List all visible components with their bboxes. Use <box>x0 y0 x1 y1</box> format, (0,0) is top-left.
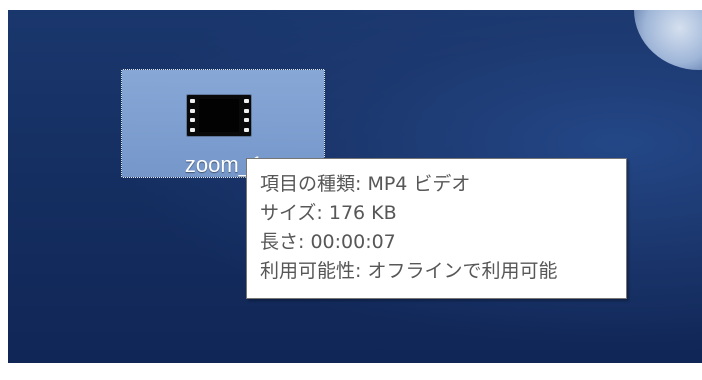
tooltip-length: 長さ: 00:00:07 <box>260 231 396 253</box>
tooltip-size: サイズ: 176 KB <box>260 202 397 224</box>
film-hole <box>189 108 195 113</box>
film-frame <box>199 99 239 132</box>
tooltip-availability: 利用可能性: オフラインで利用可能 <box>260 260 558 282</box>
film-perforations-left <box>188 99 196 132</box>
film-hole <box>243 118 249 123</box>
film-perforations-right <box>242 99 250 132</box>
film-hole <box>243 99 249 103</box>
film-hole <box>189 118 195 123</box>
desktop-corner-glow <box>634 10 702 70</box>
film-hole <box>243 127 249 132</box>
desktop-background: zoom_1 項目の種類: MP4 ビデオ サイズ: 176 KB 長さ: 00… <box>8 10 702 363</box>
film-hole <box>243 108 249 113</box>
film-hole <box>189 99 195 103</box>
video-file-icon <box>187 95 251 136</box>
film-hole <box>189 127 195 132</box>
file-info-tooltip: 項目の種類: MP4 ビデオ サイズ: 176 KB 長さ: 00:00:07 … <box>246 158 627 299</box>
tooltip-item-type: 項目の種類: MP4 ビデオ <box>260 173 471 195</box>
